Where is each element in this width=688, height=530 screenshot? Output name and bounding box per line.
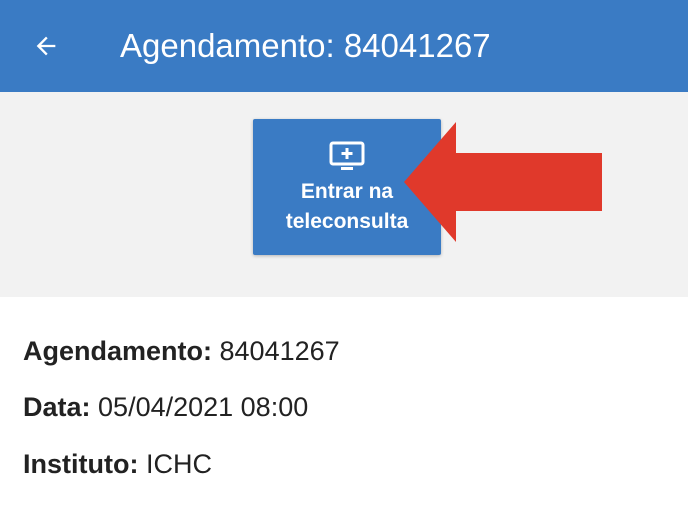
back-button[interactable] <box>26 26 66 66</box>
detail-appointment-value: 84041267 <box>219 336 340 366</box>
detail-appointment: Agendamento: 84041267 <box>23 336 340 367</box>
arrow-left-icon <box>36 36 56 56</box>
page-title: Agendamento: 84041267 <box>120 27 491 64</box>
detail-appointment-label: Agendamento: <box>23 336 212 366</box>
detail-date-value: 05/04/2021 08:00 <box>98 392 309 422</box>
detail-date-label: Data: <box>23 392 91 422</box>
monitor-plus-icon <box>327 141 367 173</box>
annotation-arrow-icon <box>404 122 602 242</box>
detail-date: Data: 05/04/2021 08:00 <box>23 392 308 423</box>
detail-institute-label: Instituto: <box>23 449 139 479</box>
detail-institute-value: ICHC <box>145 449 212 479</box>
app-bar: Agendamento: 84041267 <box>0 0 688 92</box>
detail-institute: Instituto: ICHC <box>23 449 212 480</box>
